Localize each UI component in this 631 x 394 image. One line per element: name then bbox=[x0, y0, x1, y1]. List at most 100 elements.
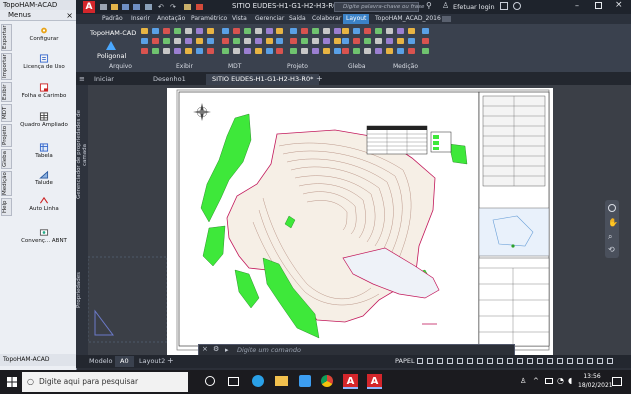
panel-medicao[interactable]: Medição bbox=[393, 63, 418, 71]
ribbon-tool-icon[interactable] bbox=[141, 48, 148, 54]
tab-anotacao[interactable]: Anotação bbox=[157, 14, 185, 24]
status-toggle-icon[interactable] bbox=[507, 358, 513, 364]
close-window-icon[interactable]: × bbox=[615, 0, 623, 10]
new-icon[interactable] bbox=[100, 4, 107, 10]
panel-projeto[interactable]: Projeto bbox=[287, 63, 308, 71]
ribbon-tool-icon[interactable] bbox=[353, 38, 360, 44]
ribbon-tool-icon[interactable] bbox=[334, 48, 341, 54]
ribbon-tool-icon[interactable] bbox=[375, 28, 382, 34]
status-toggle-icon[interactable] bbox=[557, 358, 563, 364]
ribbon-tool-icon[interactable] bbox=[386, 48, 393, 54]
ribbon-tool-icon[interactable] bbox=[386, 38, 393, 44]
tab-mdt[interactable]: MDT bbox=[1, 104, 12, 122]
tabela-button[interactable]: Tabela bbox=[14, 143, 74, 160]
ribbon-tool-icon[interactable] bbox=[207, 28, 214, 34]
share-icon[interactable] bbox=[184, 4, 191, 10]
panel-gleba[interactable]: Gleba bbox=[348, 63, 366, 71]
ribbon-tool-icon[interactable] bbox=[397, 38, 404, 44]
status-toggle-icon[interactable] bbox=[597, 358, 603, 364]
save-as-icon[interactable] bbox=[133, 4, 140, 10]
taskbar-search-box[interactable]: ○ Digite aqui para pesquisar bbox=[22, 372, 188, 392]
wrench-icon[interactable]: ⚙ bbox=[213, 345, 219, 353]
ribbon-tool-icon[interactable] bbox=[196, 38, 203, 44]
save-icon[interactable] bbox=[122, 4, 129, 10]
ribbon-tool-icon[interactable] bbox=[185, 38, 192, 44]
battery-icon[interactable] bbox=[545, 378, 553, 384]
ribbon-tool-icon[interactable] bbox=[364, 28, 371, 34]
ribbon-tool-icon[interactable] bbox=[244, 48, 251, 54]
ribbon-tool-icon[interactable] bbox=[290, 38, 297, 44]
tab-medicao[interactable]: Medição bbox=[1, 171, 12, 196]
ribbon-tool-icon[interactable] bbox=[196, 48, 203, 54]
quadro-ampliado-button[interactable]: Quadro Ampliado bbox=[14, 112, 74, 129]
ribbon-tool-icon[interactable] bbox=[255, 28, 262, 34]
tab-projeto[interactable]: Projeto bbox=[1, 124, 12, 147]
orbit-icon[interactable]: ⟲ bbox=[608, 245, 615, 254]
ribbon-tool-icon[interactable] bbox=[233, 28, 240, 34]
undo-icon[interactable]: ↶ bbox=[158, 3, 164, 11]
autocad-taskbar-icon[interactable]: A bbox=[343, 374, 358, 389]
tab-topoham-acad-2016[interactable]: TopoHAM_ACAD_2016 bbox=[375, 14, 441, 24]
status-toggle-icon[interactable] bbox=[417, 358, 423, 364]
ribbon-tool-icon[interactable] bbox=[334, 28, 341, 34]
tab-help[interactable]: Help bbox=[1, 198, 12, 216]
ribbon-tool-icon[interactable] bbox=[408, 28, 415, 34]
ribbon-tool-icon[interactable] bbox=[364, 48, 371, 54]
ribbon-tool-icon[interactable] bbox=[422, 48, 429, 54]
tab-colaborar[interactable]: Colaborar bbox=[312, 14, 341, 24]
ribbon-tool-icon[interactable] bbox=[266, 38, 273, 44]
ribbon-tool-icon[interactable] bbox=[141, 28, 148, 34]
autocad-taskbar-icon-2[interactable]: A bbox=[367, 374, 382, 389]
ribbon-tool-icon[interactable] bbox=[222, 38, 229, 44]
cortana-icon[interactable] bbox=[205, 376, 215, 386]
ribbon-tool-icon[interactable] bbox=[244, 28, 251, 34]
status-toggle-icon[interactable] bbox=[457, 358, 463, 364]
ribbon-tool-icon[interactable] bbox=[353, 48, 360, 54]
tab-inserir[interactable]: Inserir bbox=[131, 14, 150, 24]
status-toggle-icon[interactable] bbox=[517, 358, 523, 364]
wifi-icon[interactable]: ◔ bbox=[557, 376, 564, 385]
status-toggle-icon[interactable] bbox=[547, 358, 553, 364]
status-toggle-icon[interactable] bbox=[567, 358, 573, 364]
ribbon-tool-icon[interactable] bbox=[375, 48, 382, 54]
licenca-button[interactable]: Licença de Uso bbox=[14, 54, 74, 71]
ribbon-tool-icon[interactable] bbox=[266, 28, 273, 34]
tab-vista[interactable]: Vista bbox=[232, 14, 247, 24]
ribbon-tool-icon[interactable] bbox=[422, 28, 429, 34]
ribbon-tool-icon[interactable] bbox=[353, 28, 360, 34]
ribbon-tool-icon[interactable] bbox=[185, 48, 192, 54]
doc-tab-sitio-eudes[interactable]: SITIO EUDES-H1-G1-H2-H3-R0* bbox=[206, 74, 320, 85]
add-layout-icon[interactable]: + bbox=[167, 356, 174, 365]
ribbon-tool-icon[interactable] bbox=[222, 48, 229, 54]
ribbon-tool-icon[interactable] bbox=[141, 38, 148, 44]
ribbon-tool-icon[interactable] bbox=[364, 38, 371, 44]
tray-up-icon[interactable]: ^ bbox=[533, 377, 539, 385]
panel-arquivo[interactable]: Arquivo bbox=[109, 63, 132, 71]
status-toggle-icon[interactable] bbox=[467, 358, 473, 364]
ribbon-tool-icon[interactable] bbox=[233, 38, 240, 44]
ribbon-tool-icon[interactable] bbox=[312, 28, 319, 34]
ribbon-tool-icon[interactable] bbox=[185, 28, 192, 34]
ribbon-tool-icon[interactable] bbox=[233, 48, 240, 54]
tab-gleba[interactable]: Gleba bbox=[1, 149, 12, 169]
ribbon-tool-icon[interactable] bbox=[152, 38, 159, 44]
cart-icon[interactable] bbox=[500, 2, 508, 10]
ribbon-tool-icon[interactable] bbox=[301, 48, 308, 54]
ribbon-tool-icon[interactable] bbox=[334, 38, 341, 44]
status-toggle-icon[interactable] bbox=[497, 358, 503, 364]
ribbon-tool-icon[interactable] bbox=[255, 48, 262, 54]
properties-tab[interactable]: Propriedades bbox=[76, 267, 88, 313]
ribbon-tool-icon[interactable] bbox=[174, 38, 181, 44]
ribbon-tool-icon[interactable] bbox=[342, 48, 349, 54]
ribbon-tool-icon[interactable] bbox=[207, 38, 214, 44]
ribbon-tool-icon[interactable] bbox=[163, 48, 170, 54]
store-icon[interactable] bbox=[299, 375, 311, 387]
ribbon-tool-icon[interactable] bbox=[152, 48, 159, 54]
status-toggle-icon[interactable] bbox=[487, 358, 493, 364]
autocad-logo[interactable]: A bbox=[83, 1, 95, 13]
ribbon-tool-icon[interactable] bbox=[301, 38, 308, 44]
status-toggle-icon[interactable] bbox=[577, 358, 583, 364]
tab-importar[interactable]: Importar bbox=[1, 53, 12, 80]
windows-start-icon[interactable] bbox=[7, 377, 17, 387]
ribbon-tool-icon[interactable] bbox=[312, 38, 319, 44]
